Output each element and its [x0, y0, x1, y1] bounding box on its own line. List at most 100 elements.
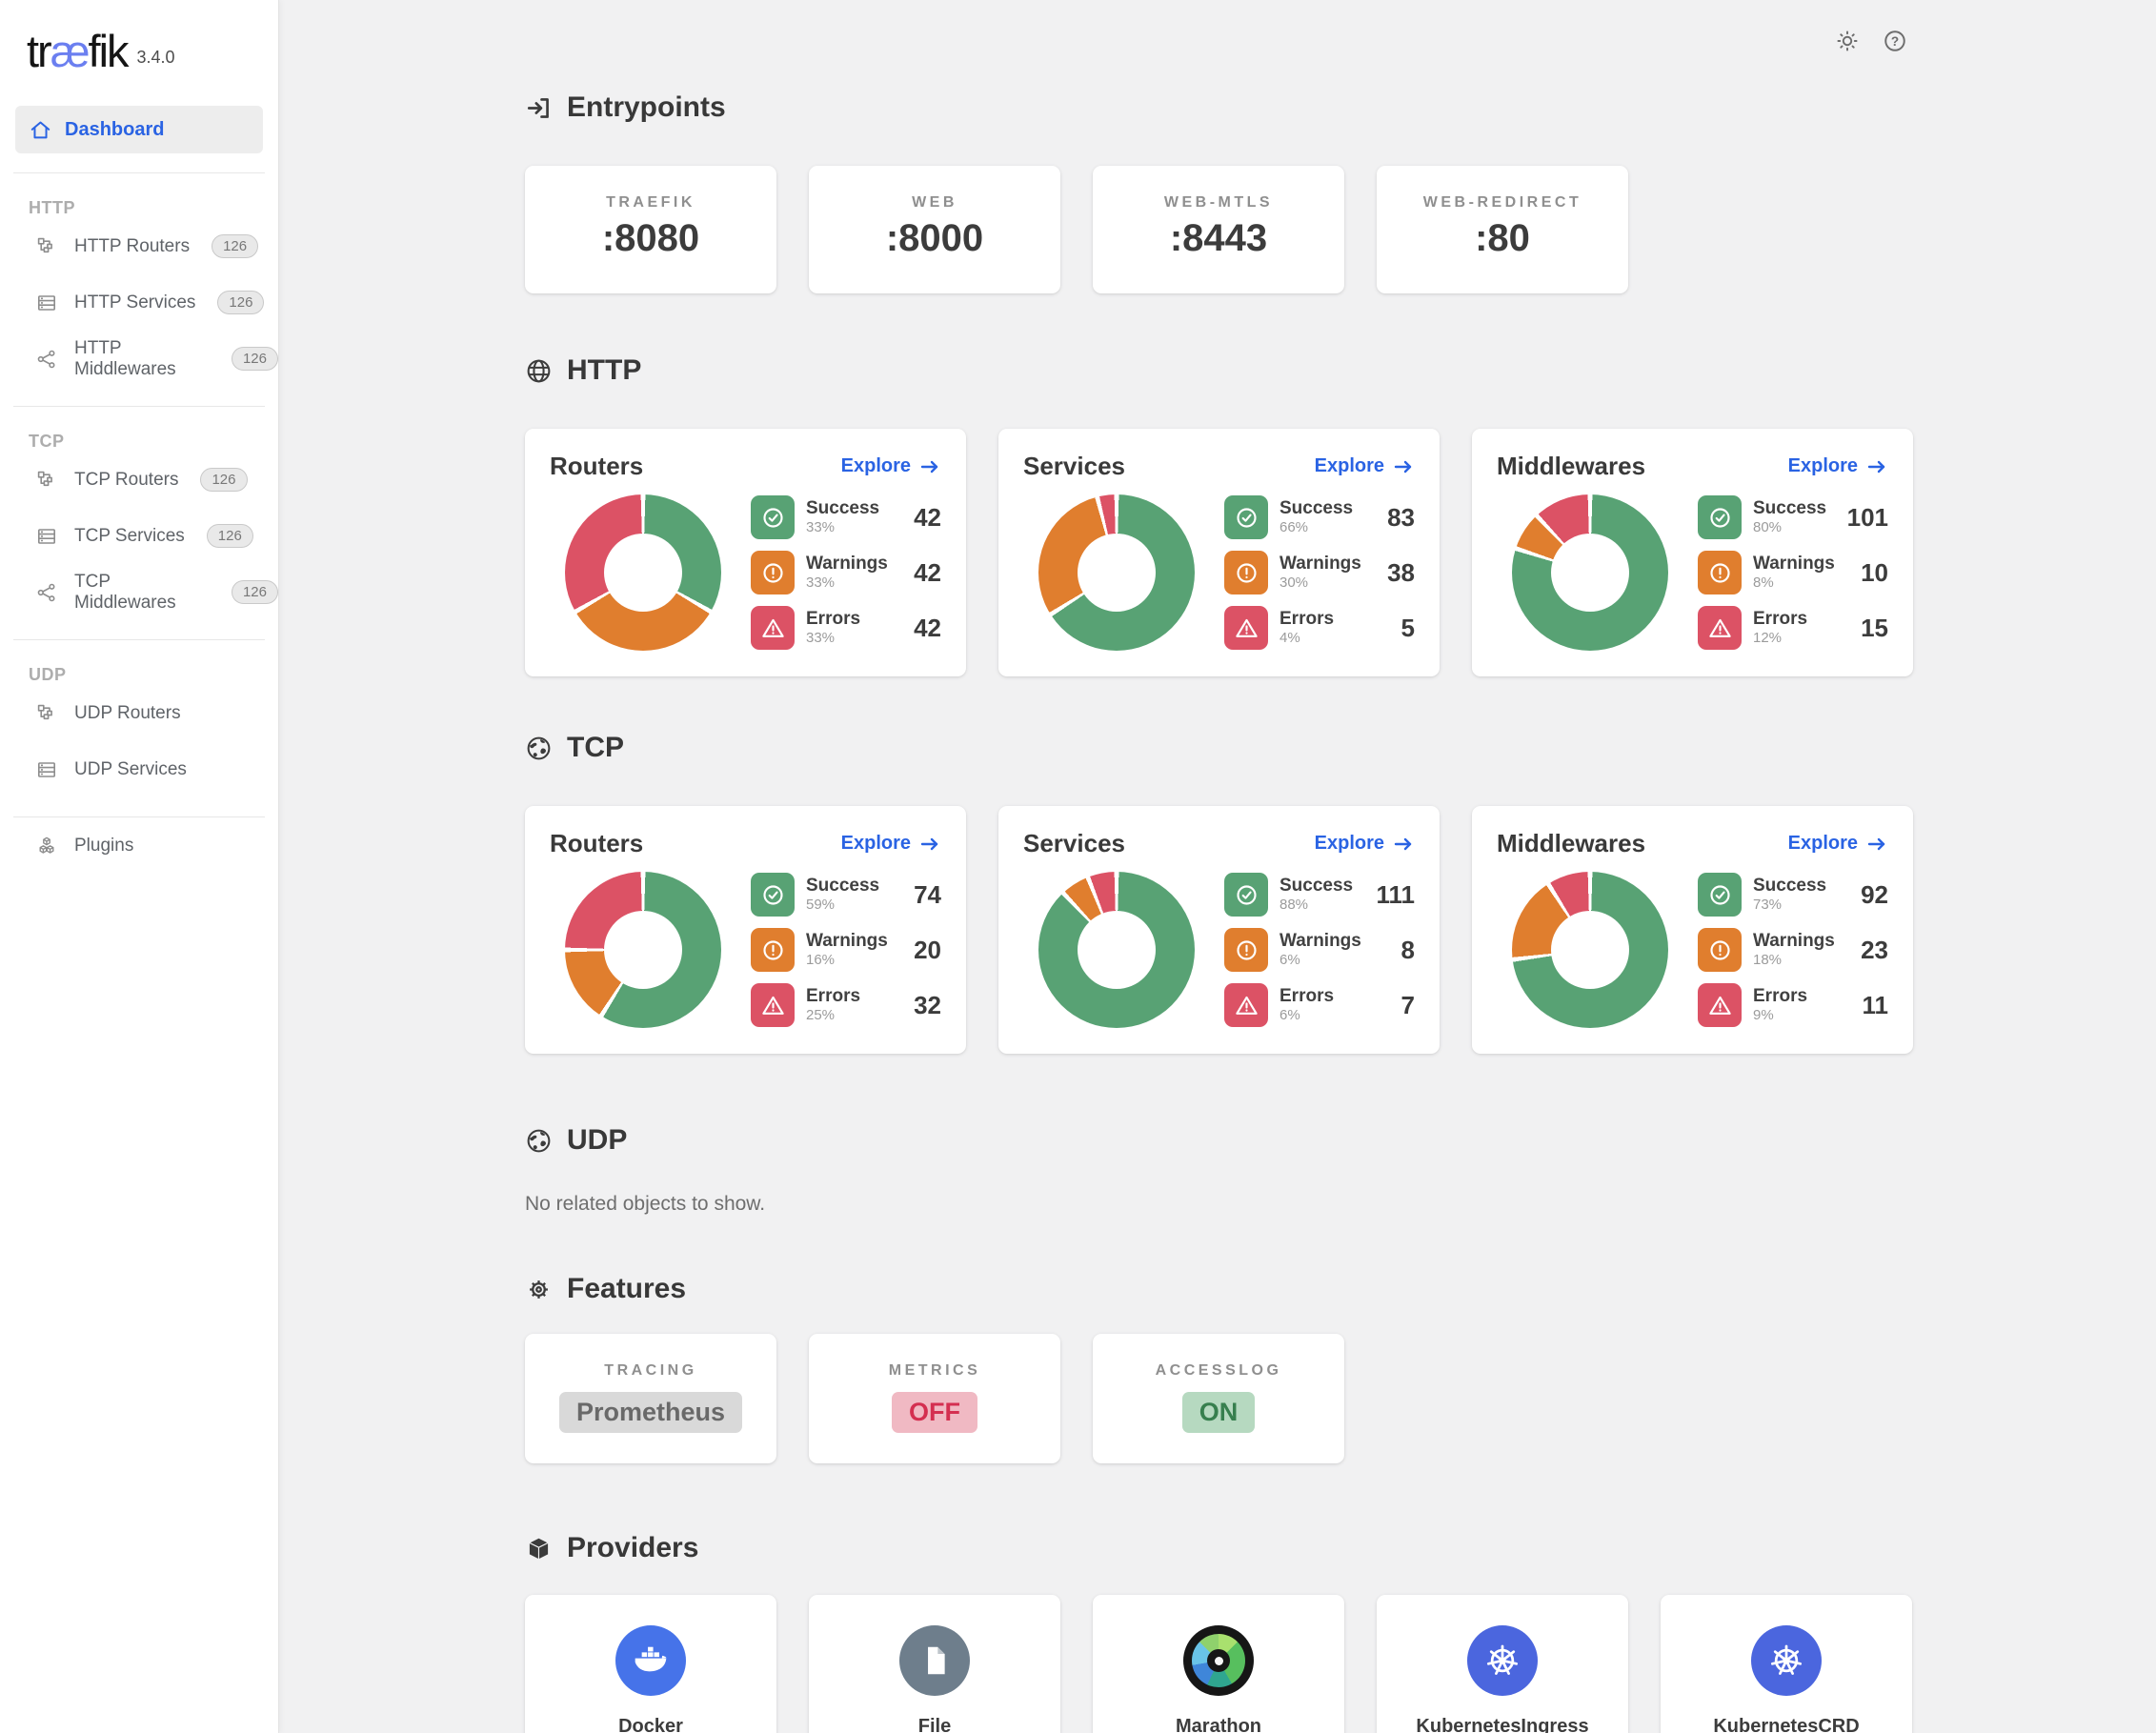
sidebar-section-tcp: TCP	[29, 432, 278, 452]
success-stat-row: Success66% 83	[1224, 495, 1415, 539]
earth-icon	[525, 1127, 553, 1155]
success-stat-row: Success73% 92	[1698, 873, 1888, 917]
warning-icon	[1224, 551, 1268, 594]
error-icon	[1698, 606, 1742, 650]
tracing-value-pill: Prometheus	[559, 1392, 742, 1433]
http-middlewares-card: Middlewares Explore Success80% 101	[1472, 429, 1913, 676]
login-icon	[525, 94, 553, 122]
package-icon	[525, 1535, 553, 1562]
arrow-right-icon	[918, 833, 941, 856]
warnings-stat-row: Warnings8% 10	[1698, 551, 1888, 594]
explore-link[interactable]: Explore	[841, 833, 941, 856]
explore-link[interactable]: Explore	[841, 455, 941, 478]
sidebar-item-udp-services[interactable]: UDP Services	[0, 741, 278, 797]
count-badge: 126	[232, 347, 278, 371]
provider-card-kubernetesingress: KubernetesIngress	[1377, 1595, 1628, 1733]
success-stat-row: Success33% 42	[751, 495, 941, 539]
explore-link[interactable]: Explore	[1315, 455, 1415, 478]
count-badge: 126	[232, 580, 278, 604]
card-title: Services	[1023, 829, 1125, 858]
marathon-icon	[1183, 1625, 1254, 1696]
status-donut-chart	[1038, 872, 1195, 1028]
entrypoints-section-title: Entrypoints	[525, 91, 2156, 124]
arrow-right-icon	[918, 455, 941, 478]
card-title: Middlewares	[1497, 829, 1645, 858]
sidebar-item-dashboard[interactable]: Dashboard	[15, 106, 263, 153]
middlewares-icon	[35, 348, 58, 371]
sidebar-item-tcp-services[interactable]: TCP Services 126	[0, 508, 278, 564]
kubernetes-icon	[1751, 1625, 1822, 1696]
status-donut-chart	[1512, 872, 1668, 1028]
warnings-stat-row: Warnings33% 42	[751, 551, 941, 594]
explore-link[interactable]: Explore	[1788, 455, 1888, 478]
features-row: TRACING Prometheus METRICS OFF ACCESSLOG…	[525, 1334, 2156, 1463]
status-donut-chart	[1038, 494, 1195, 651]
udp-section-title: UDP	[525, 1124, 2156, 1157]
errors-stat-row: Errors4% 5	[1224, 606, 1415, 650]
entrypoint-card-web-redirect: WEB-REDIRECT :80	[1377, 166, 1628, 293]
sidebar-item-http-services[interactable]: HTTP Services 126	[0, 274, 278, 331]
entrypoint-card-web: WEB :8000	[809, 166, 1060, 293]
warning-icon	[751, 551, 795, 594]
provider-card-file: File	[809, 1595, 1060, 1733]
sidebar-item-http-routers[interactable]: HTTP Routers 126	[0, 218, 278, 274]
success-stat-row: Success59% 74	[751, 873, 941, 917]
arrow-right-icon	[1392, 455, 1415, 478]
warning-icon	[1698, 551, 1742, 594]
status-donut-chart	[565, 494, 721, 651]
sidebar-item-tcp-middlewares[interactable]: TCP Middlewares 126	[0, 564, 278, 620]
explore-link[interactable]: Explore	[1788, 833, 1888, 856]
status-donut-chart	[565, 872, 721, 1028]
app-version: 3.4.0	[137, 48, 175, 68]
count-badge: 126	[217, 291, 264, 314]
services-icon	[35, 292, 58, 314]
errors-stat-row: Errors6% 7	[1224, 983, 1415, 1027]
tcp-services-card: Services Explore Success88% 111 Wa	[998, 806, 1440, 1054]
tcp-middlewares-card: Middlewares Explore Success73% 92	[1472, 806, 1913, 1054]
entrypoint-card-web-mtls: WEB-MTLS :8443	[1093, 166, 1344, 293]
card-title: Routers	[550, 452, 643, 481]
divider	[13, 172, 265, 173]
help-icon[interactable]	[1883, 29, 1907, 53]
success-icon	[1224, 495, 1268, 539]
feature-card-metrics: METRICS OFF	[809, 1334, 1060, 1463]
explore-link[interactable]: Explore	[1315, 833, 1415, 856]
errors-stat-row: Errors12% 15	[1698, 606, 1888, 650]
traefik-logo: træfik 3.4.0	[0, 0, 278, 77]
success-icon	[751, 495, 795, 539]
sidebar-item-udp-routers[interactable]: UDP Routers	[0, 685, 278, 741]
gear-icon	[525, 1276, 553, 1303]
card-title: Middlewares	[1497, 452, 1645, 481]
sidebar-item-label: Dashboard	[65, 119, 164, 141]
earth-icon	[525, 735, 553, 762]
arrow-right-icon	[1865, 833, 1888, 856]
arrow-right-icon	[1865, 455, 1888, 478]
dashboard-main: Entrypoints TRAEFIK :8080 WEB :8000 WEB-…	[279, 0, 2156, 1733]
globe-icon	[525, 357, 553, 385]
topbar-actions	[1835, 29, 1907, 53]
warnings-stat-row: Warnings6% 8	[1224, 928, 1415, 972]
http-services-card: Services Explore Success66% 83 War	[998, 429, 1440, 676]
sidebar-item-plugins[interactable]: Plugins	[0, 817, 278, 874]
success-icon	[1698, 873, 1742, 917]
tcp-section-title: TCP	[525, 732, 2156, 764]
home-icon	[29, 118, 52, 142]
error-icon	[1698, 983, 1742, 1027]
success-icon	[1698, 495, 1742, 539]
success-stat-row: Success88% 111	[1224, 873, 1415, 917]
status-donut-chart	[1512, 494, 1668, 651]
providers-row: Docker File Marathon KubernetesIngress K…	[525, 1595, 2156, 1733]
theme-toggle-icon[interactable]	[1835, 29, 1860, 53]
sidebar-item-http-middlewares[interactable]: HTTP Middlewares 126	[0, 331, 278, 387]
divider	[13, 639, 265, 640]
arrow-right-icon	[1392, 833, 1415, 856]
plugins-icon	[35, 835, 58, 857]
card-title: Services	[1023, 452, 1125, 481]
services-icon	[35, 758, 58, 781]
sidebar-item-tcp-routers[interactable]: TCP Routers 126	[0, 452, 278, 508]
warning-icon	[1698, 928, 1742, 972]
docker-icon	[615, 1625, 686, 1696]
file-icon	[899, 1625, 970, 1696]
http-cards-row: Routers Explore Success33% 42 Warn	[525, 429, 2156, 676]
udp-empty-message: No related objects to show.	[525, 1193, 2156, 1216]
